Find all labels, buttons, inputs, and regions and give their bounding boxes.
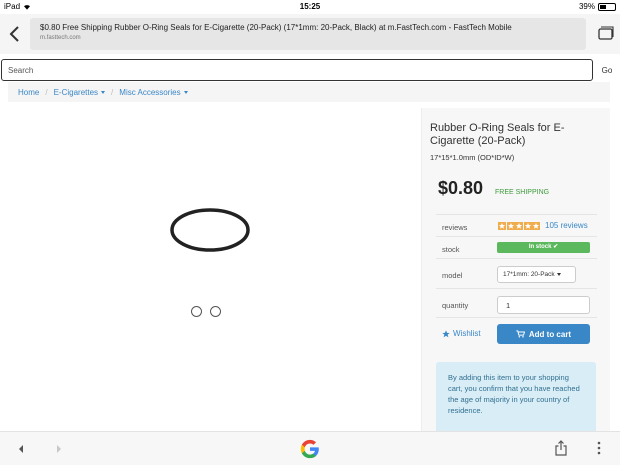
address-bar[interactable]: $0.80 Free Shipping Rubber O-Ring Seals …: [30, 18, 586, 50]
stock-label: stock: [442, 245, 460, 254]
breadcrumb-e-cigarettes[interactable]: E-Cigarettes: [53, 87, 106, 97]
carousel-dot[interactable]: [191, 306, 202, 317]
more-vertical-icon[interactable]: [595, 441, 603, 455]
forward-arrow-icon[interactable]: [54, 444, 64, 454]
share-icon[interactable]: [554, 440, 568, 456]
bottom-toolbar: [0, 431, 620, 465]
product-spec: 17*15*1.0mm (OD*ID*W): [430, 153, 515, 162]
status-right: 39%: [579, 2, 616, 11]
model-row: model 17*1mm: 20-Pack: [436, 258, 597, 288]
wishlist-button[interactable]: Wishlist: [442, 329, 481, 338]
stock-row: stock In stock ✔: [436, 236, 597, 258]
status-bar: iPad 15:25 39%: [0, 0, 620, 14]
page-domain: m.fasttech.com: [40, 35, 81, 41]
star-icon: [506, 222, 515, 230]
breadcrumb-misc-accessories-label: Misc Accessories: [119, 87, 181, 97]
carousel-dot[interactable]: [210, 306, 221, 317]
back-chevron-icon[interactable]: [6, 24, 24, 44]
free-shipping-label: FREE SHIPPING: [495, 189, 550, 196]
breadcrumb: Home / E-Cigarettes / Misc Accessories: [8, 82, 610, 102]
breadcrumb-home[interactable]: Home: [18, 88, 39, 97]
model-select-value: 17*1mm: 20-Pack: [503, 271, 555, 278]
breadcrumb-misc-accessories[interactable]: Misc Accessories: [119, 87, 188, 97]
battery-percent: 39%: [578, 2, 595, 11]
star-icon: [523, 222, 532, 230]
quantity-input[interactable]: [497, 296, 590, 314]
quantity-label: quantity: [442, 301, 469, 310]
wishlist-label: Wishlist: [453, 329, 481, 338]
product-attributes: reviews 105 reviews stock In stock ✔ mod…: [436, 214, 597, 318]
stock-badge: In stock ✔: [497, 242, 590, 253]
reviews-label: reviews: [442, 223, 468, 232]
image-carousel-dots: [191, 306, 221, 317]
cart-icon: [516, 330, 525, 338]
quantity-row: quantity: [436, 288, 597, 318]
model-select[interactable]: 17*1mm: 20-Pack: [497, 266, 576, 283]
browser-toolbar: $0.80 Free Shipping Rubber O-Ring Seals …: [0, 14, 620, 54]
breadcrumb-e-cigarettes-label: E-Cigarettes: [53, 87, 99, 97]
star-icon: [498, 222, 506, 230]
caret-down-icon: [556, 273, 561, 276]
tabs-icon[interactable]: [598, 26, 614, 40]
page-title: $0.80 Free Shipping Rubber O-Ring Seals …: [40, 23, 512, 32]
caret-down-icon: [183, 90, 188, 94]
add-to-cart-label: Add to cart: [528, 329, 572, 339]
product-image[interactable]: [168, 206, 252, 254]
caret-down-icon: [101, 90, 106, 94]
battery-icon: [598, 2, 616, 11]
search-input[interactable]: [1, 59, 593, 81]
status-time: 15:25: [299, 2, 321, 11]
breadcrumb-separator: /: [45, 87, 48, 97]
breadcrumb-separator: /: [111, 87, 114, 97]
product-panel: Rubber O-Ring Seals for E-Cigarette (20-…: [421, 108, 610, 434]
product-title: Rubber O-Ring Seals for E-Cigarette (20-…: [430, 122, 565, 147]
star-icon: [532, 222, 540, 230]
product-price: $0.80: [438, 178, 484, 198]
age-notice: By adding this item to your shopping car…: [436, 362, 596, 434]
go-button[interactable]: Go: [594, 59, 620, 81]
search-row: Go: [0, 58, 620, 82]
model-label: model: [442, 271, 463, 280]
star-rating: [498, 222, 540, 230]
google-icon[interactable]: [299, 438, 321, 460]
back-arrow-icon[interactable]: [16, 444, 26, 454]
star-icon: [515, 222, 523, 230]
star-icon: [442, 329, 450, 337]
add-to-cart-button[interactable]: Add to cart: [497, 324, 590, 344]
reviews-link[interactable]: 105 reviews: [545, 221, 588, 230]
reviews-row: reviews 105 reviews: [436, 214, 597, 236]
